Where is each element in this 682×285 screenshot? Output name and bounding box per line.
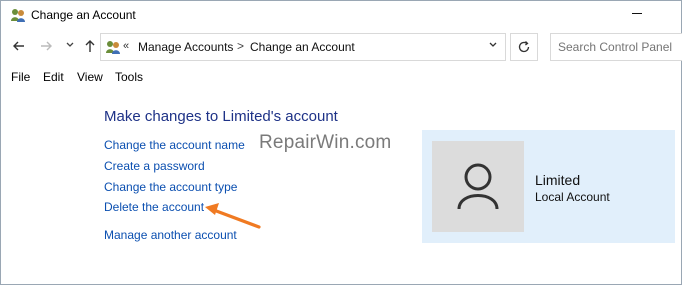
- menu-tools[interactable]: Tools: [115, 70, 143, 84]
- watermark: RepairWin.com: [259, 132, 392, 153]
- window-title: Change an Account: [31, 8, 136, 22]
- arrow-left-icon: [13, 41, 24, 51]
- back-button[interactable]: [10, 38, 28, 56]
- chevron-down-icon: [489, 42, 497, 47]
- users-icon: [10, 7, 26, 23]
- minimize-button[interactable]: [629, 5, 645, 21]
- orange-arrow-icon: [205, 203, 261, 229]
- refresh-icon: [518, 41, 530, 53]
- menu-edit[interactable]: Edit: [43, 70, 64, 84]
- avatar: [432, 141, 524, 232]
- refresh-button[interactable]: [510, 33, 538, 61]
- search-box[interactable]: [550, 33, 682, 61]
- menu-bar: File Edit View Tools: [1, 67, 681, 87]
- menu-view[interactable]: View: [77, 70, 103, 84]
- address-dropdown-button[interactable]: [487, 40, 499, 54]
- address-row: « Manage Accounts > Change an Account: [1, 33, 682, 63]
- delete-account-link[interactable]: Delete the account: [104, 200, 204, 214]
- account-tile: Limited Local Account: [422, 130, 675, 243]
- address-bar[interactable]: « Manage Accounts > Change an Account: [100, 33, 506, 61]
- address-overflow[interactable]: «: [123, 40, 129, 52]
- breadcrumb-manage-accounts[interactable]: Manage Accounts: [138, 40, 233, 54]
- chevron-down-icon: [66, 42, 74, 47]
- title-bar: Change an Account: [1, 1, 681, 31]
- arrow-up-icon: [85, 40, 95, 52]
- search-input[interactable]: [558, 40, 682, 54]
- forward-button[interactable]: [37, 38, 55, 56]
- up-button[interactable]: [81, 38, 99, 56]
- menu-file[interactable]: File: [11, 70, 30, 84]
- breadcrumb-change-account[interactable]: Change an Account: [250, 40, 355, 54]
- users-icon: [105, 39, 121, 55]
- change-account-name-link[interactable]: Change the account name: [104, 138, 245, 152]
- arrow-right-icon: [41, 41, 52, 51]
- create-password-link[interactable]: Create a password: [104, 159, 205, 173]
- account-name: Limited: [535, 172, 581, 188]
- recent-locations-button[interactable]: [61, 38, 79, 56]
- change-account-type-link[interactable]: Change the account type: [104, 180, 237, 194]
- user-silhouette-icon: [457, 163, 499, 210]
- control-panel-window: Change an Account « Manage Accounts > Ch…: [0, 0, 682, 285]
- account-type: Local Account: [535, 190, 610, 204]
- breadcrumb-separator[interactable]: >: [237, 39, 244, 53]
- page-title: Make changes to Limited's account: [104, 108, 338, 125]
